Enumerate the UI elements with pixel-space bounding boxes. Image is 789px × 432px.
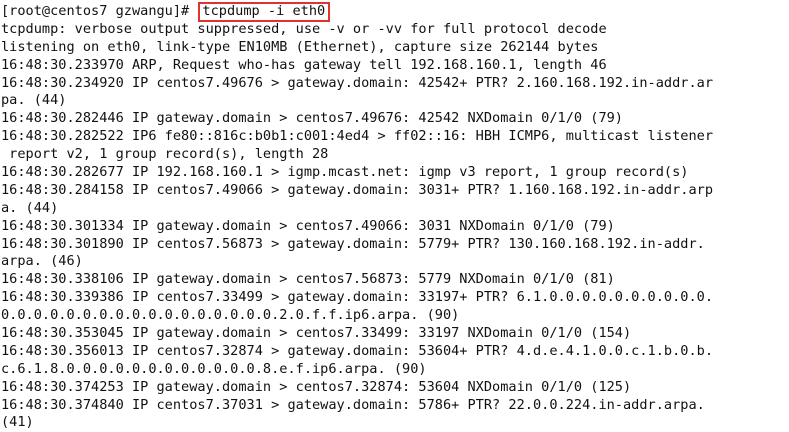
output-line: 16:48:30.282522 IP6 fe80::816c:b0b1:c001… [1,128,714,145]
output-line: 16:48:30.356013 IP centos7.32874 > gatew… [1,342,714,359]
shell-prompt: [root@centos7 gzwangu]# [1,3,198,19]
output-line: 16:48:30.338106 IP gateway.domain > cent… [1,271,615,288]
output-line: c.6.1.8.0.0.0.0.0.0.0.0.0.0.0.0.8.e.f.ip… [1,360,427,377]
output-line: 16:48:30.374253 IP gateway.domain > cent… [1,378,632,395]
output-line: 16:48:30.374840 IP centos7.37031 > gatew… [1,396,705,413]
output-line: 0.0.0.0.0.0.0.0.0.0.0.0.0.0.0.0.0.2.0.f.… [1,307,460,324]
output-line: (41) [1,414,34,431]
output-line: 16:48:30.284158 IP centos7.49066 > gatew… [1,181,714,198]
output-line: pa. (44) [1,92,67,109]
prompt-line: [root@centos7 gzwangu]# tcpdump -i eth0 [0,1,789,22]
output-line: 16:48:30.282677 IP 192.168.160.1 > igmp.… [1,164,689,181]
output-line: 16:48:30.282446 IP gateway.domain > cent… [1,110,623,127]
output-line: 16:48:30.353045 IP gateway.domain > cent… [1,325,632,342]
output-line: listening on eth0, link-type EN10MB (Eth… [1,38,599,55]
terminal-window[interactable]: [root@centos7 gzwangu]# tcpdump -i eth0 … [0,0,789,432]
highlighted-command: tcpdump -i eth0 [198,1,331,22]
output-line: a. (44) [1,199,59,216]
output-line: tcpdump: verbose output suppressed, use … [1,20,607,37]
output-line: 16:48:30.301334 IP gateway.domain > cent… [1,217,615,234]
output-line: arpa. (46) [1,253,83,270]
output-line: 16:48:30.233970 ARP, Request who-has gat… [1,56,607,73]
output-line: 16:48:30.339386 IP centos7.33499 > gatew… [1,289,714,306]
output-line: 16:48:30.234920 IP centos7.49676 > gatew… [1,74,714,91]
output-line: 16:48:30.301890 IP centos7.56873 > gatew… [1,235,705,252]
output-line: report v2, 1 group record(s), length 28 [1,146,329,163]
